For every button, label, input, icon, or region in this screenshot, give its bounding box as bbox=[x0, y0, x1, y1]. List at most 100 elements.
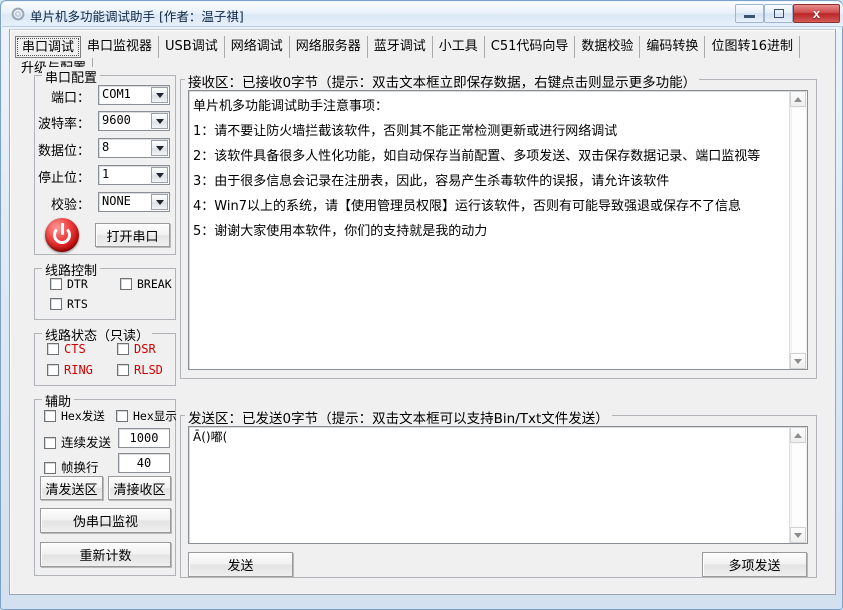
clear-send-area-button[interactable]: 清发送区 bbox=[40, 476, 103, 500]
parity-combobox[interactable]: NONE bbox=[98, 192, 170, 212]
tab-bluetooth-debug[interactable]: 蓝牙调试 bbox=[368, 36, 433, 58]
checkbox-label: BREAK bbox=[137, 277, 172, 291]
tab-data-checksum[interactable]: 数据校验 bbox=[575, 36, 641, 58]
checkbox-label: RTS bbox=[67, 297, 88, 311]
serial-config-legend: 串口配置 bbox=[42, 67, 101, 86]
stopbits-dropdown-arrow[interactable] bbox=[151, 167, 168, 183]
tab-label: 编码转换 bbox=[646, 39, 699, 54]
send-button[interactable]: 发送 bbox=[188, 552, 293, 577]
tab-bitmap-to-hex[interactable]: 位图转16进制 bbox=[705, 36, 800, 58]
checkbox-box[interactable] bbox=[44, 437, 56, 449]
chevron-down-icon bbox=[794, 532, 802, 538]
baudrate-dropdown-arrow[interactable] bbox=[151, 113, 168, 129]
close-button[interactable]: x bbox=[793, 4, 840, 23]
tab-serial-debug[interactable]: 串口调试 bbox=[15, 36, 82, 58]
port-dropdown-arrow[interactable] bbox=[151, 87, 168, 103]
tab-bar: 串口调试 串口监视器 USB调试 网络调试 网络服务器 蓝牙调试 小工具 C51… bbox=[15, 36, 829, 80]
app-window: 单片机多功能调试助手 [作者：温子祺] x 串口调试 串口监视器 USB调试 网… bbox=[0, 0, 843, 610]
close-icon: x bbox=[812, 6, 821, 21]
baudrate-value: 9600 bbox=[102, 113, 131, 127]
checkbox-continuous-send[interactable]: 连续发送 bbox=[44, 432, 111, 451]
receive-scrollbar-track[interactable] bbox=[791, 108, 807, 352]
checkbox-dtr[interactable]: DTR bbox=[50, 277, 88, 291]
minimize-icon bbox=[744, 15, 755, 18]
tab-serial-monitor[interactable]: 串口监视器 bbox=[81, 36, 160, 58]
databits-dropdown-arrow[interactable] bbox=[151, 140, 168, 156]
minimize-button[interactable] bbox=[735, 4, 764, 23]
clear-receive-area-label: 清接收区 bbox=[113, 482, 166, 498]
pseudo-serial-monitor-button[interactable]: 伪串口监视 bbox=[40, 508, 171, 533]
receive-textarea[interactable]: 单片机多功能调试助手注意事项： 1：请不要让防火墙拦截该软件，否则其不能正常检测… bbox=[188, 90, 808, 370]
checkbox-box[interactable] bbox=[44, 462, 56, 474]
checkbox-cts: CTS bbox=[47, 342, 86, 356]
recount-button[interactable]: 重新计数 bbox=[40, 542, 171, 567]
app-gear-icon bbox=[11, 7, 25, 21]
receive-line: 3：由于很多信息会记录在注册表，因此，容易产生杀毒软件的误报，请允许该软件 bbox=[193, 174, 670, 189]
tab-network-server[interactable]: 网络服务器 bbox=[290, 36, 368, 58]
frame-newline-count-input[interactable]: 40 bbox=[118, 453, 170, 473]
send-scroll-up-button[interactable] bbox=[790, 427, 806, 443]
open-serial-port-label: 打开串口 bbox=[106, 229, 159, 245]
send-area-title: 发送区：已发送0字节（提示：双击文本框可以支持Bin/Txt文件发送） bbox=[185, 407, 612, 427]
baudrate-label: 波特率： bbox=[38, 117, 91, 132]
clear-receive-area-button[interactable]: 清接收区 bbox=[108, 476, 171, 500]
window-title: 单片机多功能调试助手 [作者：温子祺] bbox=[30, 9, 244, 24]
receive-scroll-up-button[interactable] bbox=[790, 91, 806, 107]
send-text-content: Ā()嘟( bbox=[193, 430, 228, 444]
tab-network-debug[interactable]: 网络调试 bbox=[225, 36, 290, 58]
checkbox-box[interactable] bbox=[50, 298, 62, 310]
checkbox-rts[interactable]: RTS bbox=[50, 297, 88, 311]
receive-frame-bottom bbox=[180, 378, 817, 379]
title-bar: 单片机多功能调试助手 [作者：温子祺] x bbox=[2, 2, 843, 27]
checkbox-box[interactable] bbox=[44, 410, 56, 422]
send-frame-left bbox=[180, 415, 181, 578]
checkbox-label: RING bbox=[64, 363, 93, 377]
chevron-down-icon bbox=[155, 118, 164, 124]
checkbox-label: Hex发送 bbox=[61, 409, 105, 423]
receive-frame-right bbox=[816, 79, 817, 379]
receive-scrollbar[interactable] bbox=[789, 91, 807, 369]
port-combobox[interactable]: COM1 bbox=[98, 85, 170, 105]
checkbox-rlsd: RLSD bbox=[117, 363, 163, 377]
power-bar bbox=[60, 223, 64, 235]
parity-dropdown-arrow[interactable] bbox=[151, 194, 168, 210]
checkbox-hex-show[interactable]: Hex显示 bbox=[116, 408, 177, 424]
multi-send-button[interactable]: 多项发送 bbox=[702, 552, 807, 577]
send-scrollbar[interactable] bbox=[789, 427, 807, 543]
tab-label: C51代码向导 bbox=[490, 39, 569, 54]
tab-label: 小工具 bbox=[438, 39, 478, 54]
tab-usb-debug[interactable]: USB调试 bbox=[159, 36, 225, 58]
stopbits-label: 停止位： bbox=[38, 171, 91, 186]
checkbox-label: RLSD bbox=[134, 363, 163, 377]
baudrate-combobox[interactable]: 9600 bbox=[98, 111, 170, 131]
checkbox-box[interactable] bbox=[116, 410, 128, 422]
send-scrollbar-track[interactable] bbox=[791, 444, 807, 526]
chevron-up-icon bbox=[794, 432, 802, 438]
recount-label: 重新计数 bbox=[79, 549, 132, 564]
stopbits-combobox[interactable]: 1 bbox=[98, 165, 170, 185]
tab-encoding-convert[interactable]: 编码转换 bbox=[640, 36, 706, 58]
tab-label: 网络调试 bbox=[230, 39, 283, 54]
power-icon[interactable] bbox=[45, 218, 79, 252]
tab-tools[interactable]: 小工具 bbox=[433, 36, 485, 58]
receive-scroll-down-button[interactable] bbox=[790, 353, 806, 369]
tab-c51-wizard[interactable]: C51代码向导 bbox=[485, 36, 576, 58]
checkbox-frame-newline[interactable]: 帧换行 bbox=[44, 457, 99, 476]
checkbox-hex-send[interactable]: Hex发送 bbox=[44, 408, 105, 424]
maximize-button[interactable] bbox=[764, 4, 793, 23]
send-button-label: 发送 bbox=[227, 559, 254, 574]
checkbox-box bbox=[117, 343, 129, 355]
open-serial-port-button[interactable]: 打开串口 bbox=[95, 223, 170, 247]
send-textarea[interactable]: Ā()嘟( bbox=[188, 426, 808, 544]
receive-line: 1：请不要让防火墙拦截该软件，否则其不能正常检测更新或进行网络调试 bbox=[193, 124, 618, 139]
checkbox-box[interactable] bbox=[50, 278, 62, 290]
checkbox-box bbox=[47, 364, 59, 376]
tab-label: 串口监视器 bbox=[87, 39, 153, 54]
checkbox-box[interactable] bbox=[120, 278, 132, 290]
databits-combobox[interactable]: 8 bbox=[98, 138, 170, 158]
continuous-send-interval-input[interactable]: 1000 bbox=[118, 428, 170, 448]
multi-send-button-label: 多项发送 bbox=[728, 559, 781, 574]
send-scroll-down-button[interactable] bbox=[790, 527, 806, 543]
checkbox-break[interactable]: BREAK bbox=[120, 277, 172, 291]
clear-send-area-label: 清发送区 bbox=[45, 482, 98, 498]
